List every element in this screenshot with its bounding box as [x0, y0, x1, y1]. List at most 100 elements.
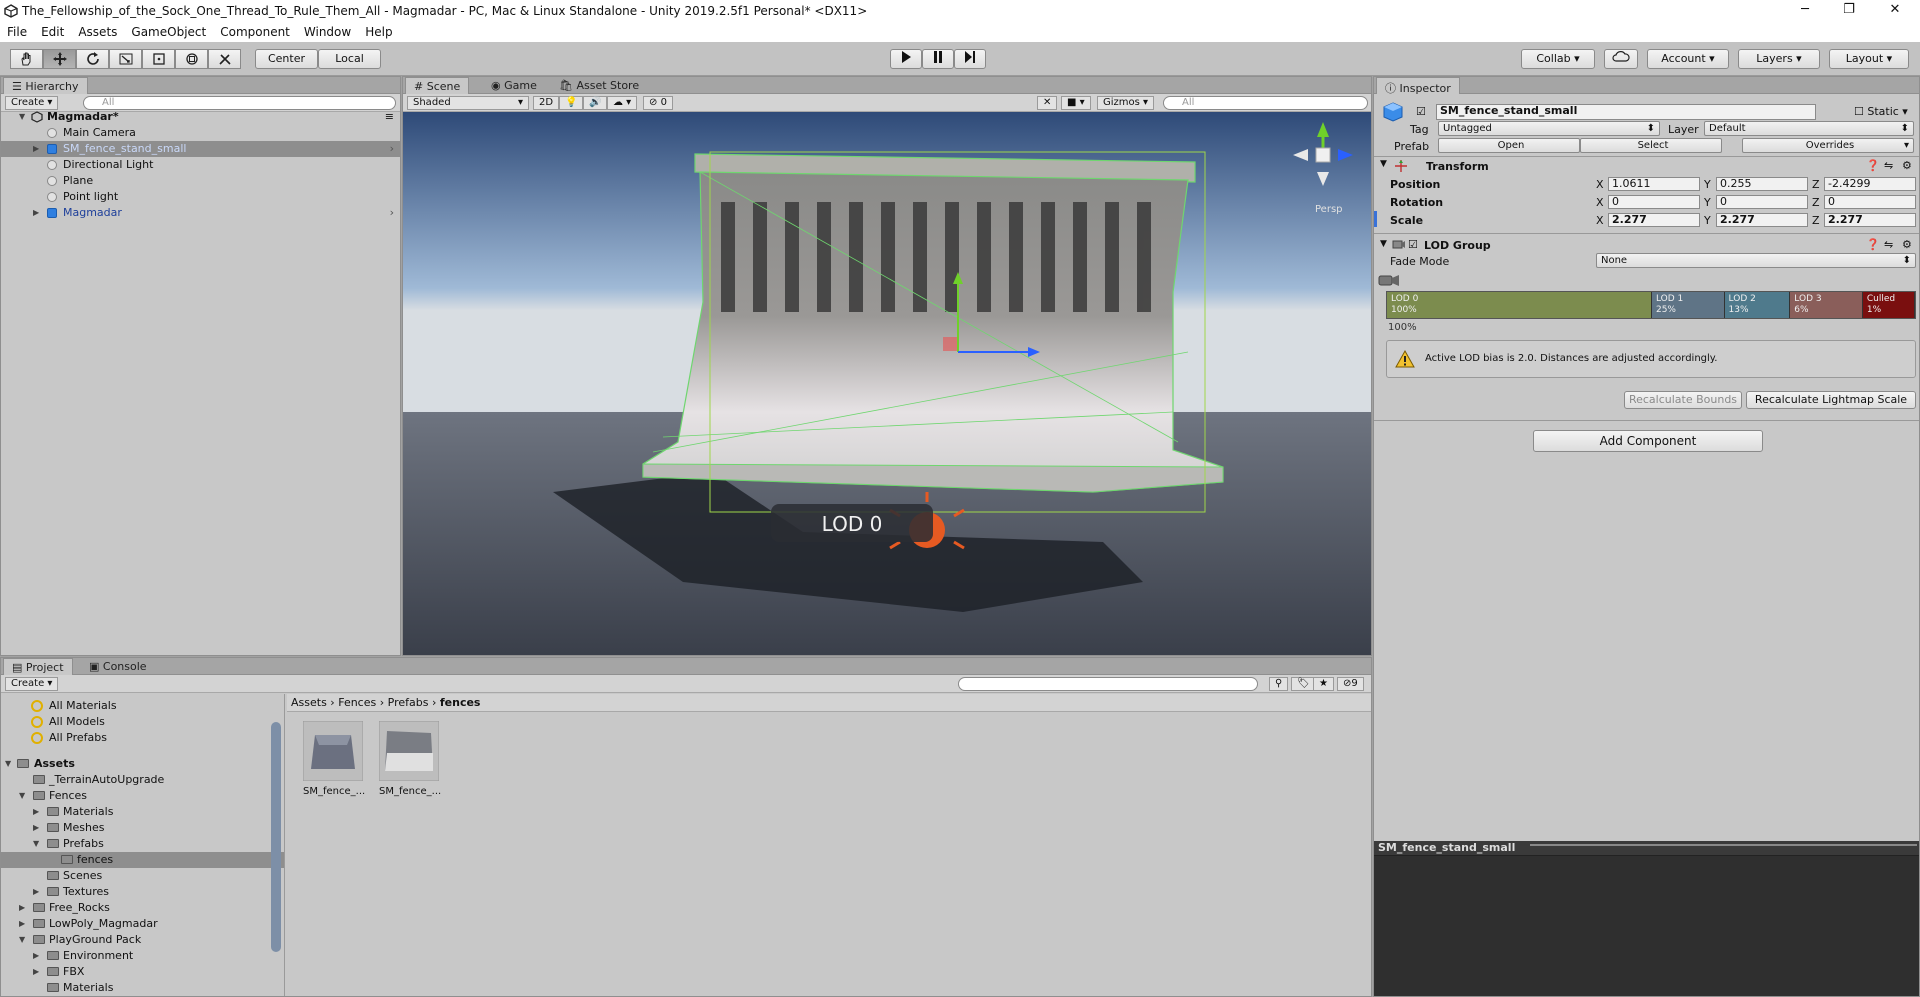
tab-hierarchy[interactable]: ☰ Hierarchy — [3, 77, 88, 94]
help-icon[interactable]: ❓ — [1866, 238, 1880, 251]
axis-z-label[interactable]: Z — [1812, 196, 1820, 209]
audio-toggle[interactable]: 🔊 — [583, 96, 608, 110]
menu-file[interactable]: File — [0, 22, 34, 39]
prefab-overrides-dropdown[interactable]: Overrides ▾ — [1742, 138, 1914, 153]
folder-row[interactable]: Scenes — [1, 868, 284, 884]
axis-y-label[interactable]: Y — [1704, 214, 1711, 227]
chevron-right-icon[interactable]: › — [390, 141, 394, 157]
expand-triangle-icon[interactable]: ▶ — [33, 948, 39, 964]
menu-help[interactable]: Help — [358, 22, 399, 39]
camera-dropdown[interactable]: ■ ▾ — [1061, 96, 1091, 110]
pivot-local-toggle[interactable]: Local — [318, 49, 381, 69]
folder-row[interactable]: ▼ PlayGround Pack — [1, 932, 284, 948]
menu-window[interactable]: Window — [297, 22, 358, 39]
position-z-field[interactable]: -2.4299 — [1824, 177, 1916, 191]
folder-row-selected[interactable]: fences — [1, 852, 284, 868]
hierarchy-item[interactable]: Plane — [1, 173, 400, 189]
hierarchy-item-selected[interactable]: ▶ SM_fence_stand_small › — [1, 141, 400, 157]
recalculate-bounds-button[interactable]: Recalculate Bounds — [1624, 391, 1742, 409]
asset-tile[interactable]: SM_fence_... — [378, 720, 441, 801]
hierarchy-item[interactable]: Point light — [1, 189, 400, 205]
hierarchy-item[interactable]: Main Camera — [1, 125, 400, 141]
lod-level-bar[interactable]: LOD 0 100% LOD 1 25% LOD 2 13% LOD 3 6% Culled 1% — [1386, 291, 1916, 319]
rotation-z-field[interactable]: 0 — [1824, 195, 1916, 209]
expand-triangle-icon[interactable]: ▶ — [19, 916, 25, 932]
scale-y-field[interactable]: 2.277 — [1716, 213, 1808, 227]
expand-triangle-icon[interactable]: ▼ — [19, 932, 25, 948]
cloud-button[interactable] — [1604, 49, 1638, 69]
position-x-field[interactable]: 1.0611 — [1608, 177, 1700, 191]
layers-dropdown[interactable]: Layers ▾ — [1738, 49, 1820, 69]
hierarchy-create-dropdown[interactable]: Create ▾ — [5, 96, 59, 110]
lod-segment-lod-0[interactable]: LOD 0 100% — [1387, 292, 1652, 318]
play-button[interactable] — [890, 49, 922, 69]
expand-triangle-icon[interactable]: ▼ — [19, 788, 25, 804]
folder-row[interactable]: Materials — [1, 980, 284, 996]
expand-triangle-icon[interactable]: ▼ — [19, 109, 25, 125]
lighting-toggle[interactable]: 💡 — [559, 96, 584, 110]
rotate-tool-button[interactable] — [76, 49, 109, 69]
lod-enabled-checkbox[interactable]: ☑ — [1408, 238, 1418, 251]
shading-dropdown[interactable]: Shaded ▾ — [407, 96, 529, 110]
tab-inspector[interactable]: ⓘ Inspector — [1376, 77, 1460, 95]
expand-triangle-icon[interactable]: ▶ — [33, 884, 39, 900]
object-name-field[interactable]: SM_fence_stand_small — [1436, 104, 1816, 120]
filter-type-button[interactable]: ⚲ — [1269, 677, 1289, 691]
scene-menu-icon[interactable]: ≡ — [385, 109, 394, 125]
axis-z-label[interactable]: Z — [1812, 214, 1820, 227]
axis-x-label[interactable]: X — [1596, 214, 1604, 227]
gizmos-dropdown[interactable]: Gizmos ▾ — [1097, 96, 1155, 110]
lod-segment-lod-2[interactable]: LOD 2 13% — [1724, 292, 1791, 318]
chevron-right-icon[interactable]: › — [390, 205, 394, 221]
expand-triangle-icon[interactable]: ▼ — [5, 756, 11, 772]
favorite-item[interactable]: All Materials — [1, 698, 284, 714]
hierarchy-search-input[interactable]: All — [83, 96, 396, 110]
filter-label-button[interactable]: 🏷 — [1291, 677, 1316, 691]
breadcrumb-item[interactable]: Prefabs — [388, 696, 429, 709]
axis-x-label[interactable]: X — [1596, 178, 1604, 191]
tab-asset-store[interactable]: 🛍 Asset Store — [551, 77, 647, 94]
layer-dropdown[interactable]: Default ⬍ — [1704, 121, 1914, 136]
lod-segment-lod-3[interactable]: LOD 3 6% — [1790, 292, 1863, 318]
menu-edit[interactable]: Edit — [34, 22, 71, 39]
project-search-input[interactable] — [958, 677, 1258, 691]
axis-y-label[interactable]: Y — [1704, 178, 1711, 191]
move-tool-button[interactable] — [43, 49, 76, 69]
lod-camera-icon[interactable] — [1378, 273, 1400, 287]
folder-row[interactable]: ▼ Fences — [1, 788, 284, 804]
mode-2d-toggle[interactable]: 2D — [533, 96, 560, 110]
custom-tool-button[interactable] — [208, 49, 241, 69]
expand-triangle-icon[interactable]: ▶ — [33, 205, 39, 221]
fade-mode-dropdown[interactable]: None ⬍ — [1596, 253, 1916, 268]
tag-dropdown[interactable]: Untagged ⬍ — [1438, 121, 1660, 136]
maximize-button[interactable]: ❐ — [1826, 0, 1872, 22]
folder-row[interactable]: ▶ LowPoly_Magmadar — [1, 916, 284, 932]
scene-search-input[interactable]: All — [1163, 96, 1368, 110]
lod-segment-lod-1[interactable]: LOD 1 25% — [1651, 292, 1725, 318]
folder-row[interactable]: ▶ FBX — [1, 964, 284, 980]
rotation-x-field[interactable]: 0 — [1608, 195, 1700, 209]
favorite-button[interactable]: ★ — [1313, 677, 1334, 691]
layout-dropdown[interactable]: Layout ▾ — [1829, 49, 1909, 69]
preview-title-bar[interactable]: SM_fence_stand_small — [1374, 841, 1919, 856]
expand-triangle-icon[interactable]: ▶ — [33, 141, 39, 157]
expand-triangle-icon[interactable]: ▶ — [19, 900, 25, 916]
gear-icon[interactable]: ⚙ — [1902, 159, 1912, 172]
transform-tool-button[interactable] — [175, 49, 208, 69]
folder-row[interactable]: ▶ Free_Rocks — [1, 900, 284, 916]
fence-model[interactable] — [642, 151, 1224, 513]
folder-row[interactable]: ▶ Textures — [1, 884, 284, 900]
active-checkbox[interactable]: ☑ — [1416, 105, 1426, 118]
transform-foldout-icon[interactable]: ▼ — [1380, 159, 1387, 169]
presets-icon[interactable]: ⇋ — [1884, 238, 1893, 251]
close-button[interactable]: ✕ — [1872, 0, 1918, 22]
folder-row[interactable]: ▶ Materials — [1, 804, 284, 820]
account-dropdown[interactable]: Account ▾ — [1647, 49, 1729, 69]
collab-dropdown[interactable]: Collab ▾ — [1521, 49, 1595, 69]
breadcrumb-current[interactable]: fences — [440, 696, 481, 709]
rotation-y-field[interactable]: 0 — [1716, 195, 1808, 209]
tab-console[interactable]: ▣ Console — [81, 658, 155, 675]
tab-game[interactable]: ◉ Game — [483, 77, 545, 94]
preview-drag-handle[interactable] — [1530, 844, 1917, 846]
lod-segment-culled[interactable]: Culled 1% — [1862, 292, 1915, 318]
